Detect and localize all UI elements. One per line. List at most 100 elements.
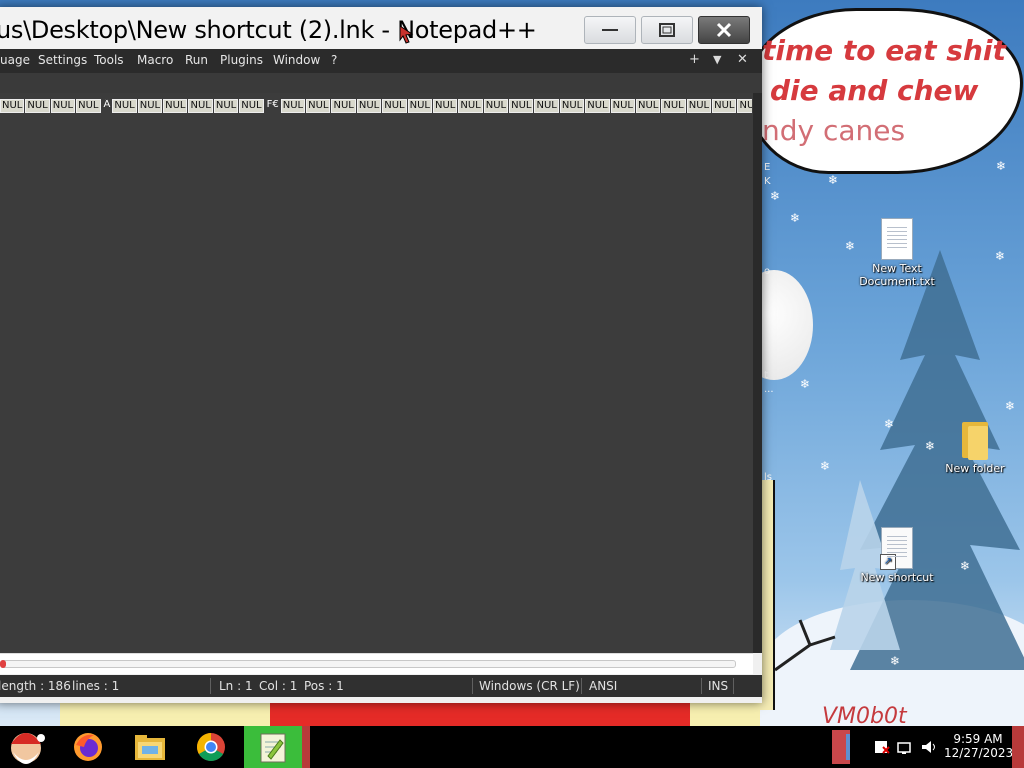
scrollbar-thumb[interactable] (0, 660, 6, 668)
nul-control-char: NUL (585, 99, 610, 113)
menu-run[interactable]: Run (185, 53, 208, 67)
nul-control-char: NUL (458, 99, 483, 113)
snowflake-icon: ❄ (770, 189, 781, 203)
text-document-icon (881, 218, 913, 260)
file-explorer-icon (135, 735, 165, 760)
nul-control-char: NUL (382, 99, 407, 113)
nul-control-char: NUL (559, 99, 585, 113)
action-center-icon[interactable] (872, 738, 890, 756)
nul-control-char: NUL (25, 99, 50, 113)
desktop-icon-new-text-document[interactable]: New Text Document.txt (855, 218, 939, 288)
taskbar-chrome[interactable] (187, 726, 235, 768)
clock-date[interactable]: 12/27/2023 (944, 746, 1013, 760)
status-divider (581, 678, 582, 694)
snowflake-icon: ❄ (800, 377, 811, 391)
desktop-icon-label: New folder (945, 462, 1005, 475)
bubble-line-1: time to eat shit (762, 34, 1006, 67)
status-pos: Pos : 1 (304, 679, 344, 693)
status-bar: length : 186 lines : 1 Ln : 1 Col : 1 Po… (0, 675, 762, 697)
menu-help[interactable]: ? (331, 53, 337, 67)
snowflake-icon: ❄ (790, 211, 801, 225)
start-button[interactable] (2, 726, 50, 768)
volume-icon[interactable] (920, 738, 938, 756)
nul-control-char: NUL (737, 99, 752, 113)
maximize-button[interactable] (641, 16, 693, 44)
show-desktop-button[interactable] (1012, 726, 1024, 768)
nul-control-char: NUL (509, 99, 534, 113)
clock-time[interactable]: 9:59 AM (948, 732, 1008, 746)
notepadpp-window: us\Desktop\New shortcut (2).lnk - Notepa… (0, 7, 762, 703)
editor-line-1: NUL NUL NUL NUL Ã NUL NUL NUL NUL NUL NUL F€ NUL NUL N… (0, 99, 752, 113)
menu-language[interactable]: uage (0, 53, 30, 67)
snowflake-icon: ❄ (996, 159, 1007, 173)
tab-list-icon[interactable]: ▼ (713, 53, 721, 66)
menu-tools[interactable]: Tools (94, 53, 124, 67)
nul-control-char: NUL (0, 99, 25, 113)
folder-icon (960, 420, 990, 460)
status-divider (701, 678, 702, 694)
add-tab-icon[interactable]: + (689, 52, 700, 67)
nul-control-char: NUL (280, 99, 306, 113)
nul-control-char: NUL (112, 99, 137, 113)
desktop-icon-label: Document.txt (859, 275, 935, 288)
nul-control-char: NUL (534, 99, 559, 113)
santa-start-icon (11, 733, 45, 764)
title-bar[interactable]: us\Desktop\New shortcut (2).lnk - Notepa… (0, 7, 762, 49)
nul-control-char: NUL (712, 99, 737, 113)
nul-control-char: NUL (76, 99, 101, 113)
scrollbar-track[interactable] (0, 660, 736, 668)
window-title: us\Desktop\New shortcut (2).lnk - Notepa… (0, 16, 537, 44)
nul-control-char: NUL (213, 99, 239, 113)
nul-control-char: NUL (137, 99, 163, 113)
tab-strip (0, 73, 762, 93)
peek-letter: E (764, 162, 771, 173)
status-ln: Ln : 1 (219, 679, 253, 693)
chrome-icon (197, 733, 225, 761)
nul-control-char: NUL (239, 99, 264, 113)
horizontal-scrollbar[interactable] (0, 653, 753, 674)
nul-control-char: NUL (50, 99, 76, 113)
snowflake-icon: ❄ (960, 559, 971, 573)
menu-macro[interactable]: Macro (137, 53, 173, 67)
snowflake-icon: ❄ (884, 417, 895, 431)
minimize-icon (602, 29, 618, 31)
nul-control-char: NUL (686, 99, 712, 113)
menu-bar: uage Settings Tools Macro Run Plugins Wi… (0, 49, 762, 73)
maximize-icon (659, 23, 675, 37)
taskbar-notepadpp[interactable] (244, 726, 302, 768)
menu-settings[interactable]: Settings (38, 53, 87, 67)
desktop-icon-new-folder[interactable]: New folder (933, 420, 1017, 475)
menu-window[interactable]: Window (273, 53, 320, 67)
taskbar-firefox[interactable] (64, 726, 112, 768)
close-icon (716, 22, 732, 38)
notepadpp-icon (260, 733, 286, 763)
nul-control-char: NUL (356, 99, 382, 113)
status-divider (733, 678, 734, 694)
status-eol[interactable]: Windows (CR LF) (479, 679, 580, 693)
vertical-scrollbar[interactable] (753, 93, 762, 653)
network-icon[interactable] (896, 738, 914, 756)
snowflake-icon: ❄ (828, 173, 839, 187)
status-encoding[interactable]: ANSI (589, 679, 617, 693)
wallpaper-signature: VM0b0t (822, 704, 907, 726)
bubble-line-2: die and chew (770, 74, 979, 107)
peek-letter: t (764, 370, 768, 381)
nul-control-char: NUL (432, 99, 458, 113)
desktop-icon-label: New Text (872, 262, 922, 275)
status-divider (472, 678, 473, 694)
status-lines: lines : 1 (72, 679, 120, 693)
desktop-icon-new-shortcut[interactable]: ↗ New shortcut (855, 527, 939, 584)
nul-control-char: NUL (635, 99, 661, 113)
editor-char: Ã (103, 99, 111, 110)
branch-decoration (774, 619, 836, 672)
editor-area[interactable]: NUL NUL NUL NUL Ã NUL NUL NUL NUL NUL NUL F€ NUL NUL N… (0, 93, 753, 653)
snowflake-icon: ❄ (995, 249, 1006, 263)
snowflake-icon: ❄ (890, 654, 901, 668)
minimize-button[interactable] (584, 16, 636, 44)
mouse-cursor-icon (399, 25, 414, 44)
peek-letter: K (764, 176, 771, 187)
taskbar-file-explorer[interactable] (126, 726, 174, 768)
close-button[interactable] (698, 16, 750, 44)
close-tab-icon[interactable]: ✕ (737, 52, 748, 67)
menu-plugins[interactable]: Plugins (220, 53, 263, 67)
